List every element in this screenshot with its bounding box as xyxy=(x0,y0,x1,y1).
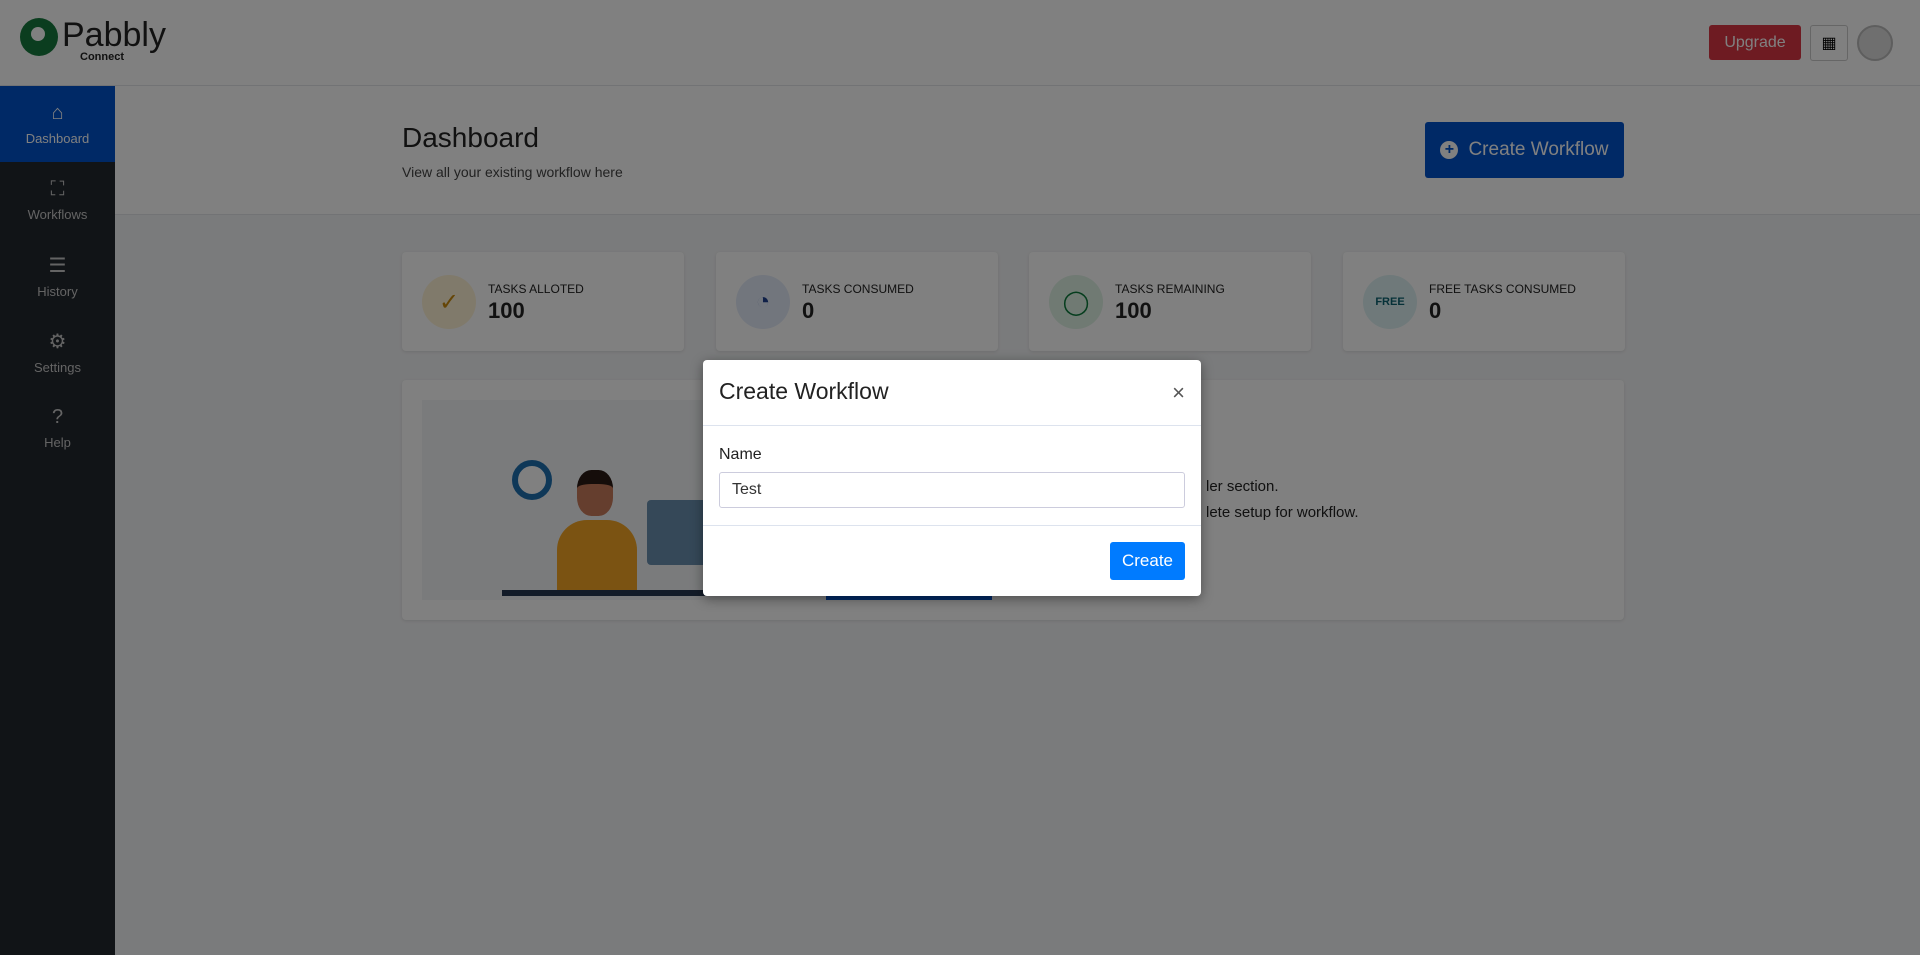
logo-name: Pabbly xyxy=(62,16,166,54)
close-button[interactable]: × xyxy=(1172,380,1185,406)
question-icon: ? xyxy=(51,406,64,428)
pabbly-connect-logo[interactable]: Pabbly Connect xyxy=(20,18,166,63)
sidebar-item-help[interactable]: ? Help xyxy=(0,390,115,466)
stat-value: 100 xyxy=(488,298,525,323)
page-subtitle: View all your existing workflow here xyxy=(402,164,623,180)
avatar[interactable] xyxy=(1857,25,1893,61)
name-label: Name xyxy=(719,446,762,463)
plus-circle-icon: + xyxy=(1440,141,1459,159)
sidebar-item-settings[interactable]: ⚙ Settings xyxy=(0,314,115,390)
person-head-illustration xyxy=(577,470,613,516)
free-badge-icon: FREE xyxy=(1363,275,1417,329)
sidebar-item-workflows[interactable]: ⛶ Workflows xyxy=(0,162,115,238)
workflow-icon: ⛶ xyxy=(50,178,65,200)
stat-label: TASKS CONSUMED xyxy=(802,282,914,296)
sidebar-item-label: Workflows xyxy=(27,207,88,222)
clock-illustration xyxy=(512,460,552,500)
page-header xyxy=(115,86,1920,215)
sidebar-item-dashboard[interactable]: ⌂ Dashboard xyxy=(0,86,115,162)
donut-icon: ◯ xyxy=(1049,275,1103,329)
apps-grid-button[interactable]: ▦ xyxy=(1810,25,1848,61)
person-illustration xyxy=(557,520,637,592)
gear-icon: ⚙ xyxy=(48,331,67,353)
sidebar-item-label: History xyxy=(37,284,78,299)
stat-card-tasks-remaining: ◯ TASKS REMAINING 100 xyxy=(1029,252,1311,351)
workflow-name-input[interactable] xyxy=(719,472,1185,508)
grid-icon: ▦ xyxy=(1821,35,1837,52)
sidebar: ⌂ Dashboard ⛶ Workflows ☰ History ⚙ Settings… xyxy=(0,86,115,955)
stat-value: 0 xyxy=(802,298,815,323)
page-title: Dashboard xyxy=(402,122,539,153)
top-bar: Pabbly Connect Upgrade ▦ xyxy=(0,0,1920,86)
stat-value: 0 xyxy=(1429,298,1442,323)
sidebar-item-label: Dashboard xyxy=(25,131,90,146)
create-button[interactable]: Create xyxy=(1110,542,1185,580)
create-workflow-label: Create Workflow xyxy=(1468,139,1609,160)
stat-label: FREE TASKS CONSUMED xyxy=(1429,282,1576,296)
create-workflow-button[interactable]: + Create Workflow xyxy=(1425,122,1624,178)
banner-step-1: ler section. xyxy=(1206,478,1279,495)
stat-card-tasks-consumed: ◔ TASKS CONSUMED 0 xyxy=(716,252,998,351)
close-icon: × xyxy=(1172,380,1185,405)
logo-mark-icon xyxy=(20,18,58,56)
stat-label: TASKS REMAINING xyxy=(1115,282,1225,296)
upgrade-button[interactable]: Upgrade xyxy=(1709,25,1801,60)
modal-title: Create Workflow xyxy=(719,378,889,404)
home-icon: ⌂ xyxy=(51,102,64,124)
sidebar-item-label: Settings xyxy=(34,360,81,375)
stat-card-free-tasks-consumed: FREE FREE TASKS CONSUMED 0 xyxy=(1343,252,1625,351)
badge-check-icon: ✓ xyxy=(422,275,476,329)
stat-card-tasks-alloted: ✓ TASKS ALLOTED 100 xyxy=(402,252,684,351)
banner-step-2: lete setup for workflow. xyxy=(1206,504,1359,521)
stat-value: 100 xyxy=(1115,298,1152,323)
create-workflow-modal: Create Workflow × Name Create xyxy=(703,360,1201,596)
pie-chart-icon: ◔ xyxy=(736,275,790,329)
sidebar-item-history[interactable]: ☰ History xyxy=(0,238,115,314)
sidebar-item-label: Help xyxy=(44,435,71,450)
list-check-icon: ☰ xyxy=(48,255,67,277)
stat-label: TASKS ALLOTED xyxy=(488,282,584,296)
